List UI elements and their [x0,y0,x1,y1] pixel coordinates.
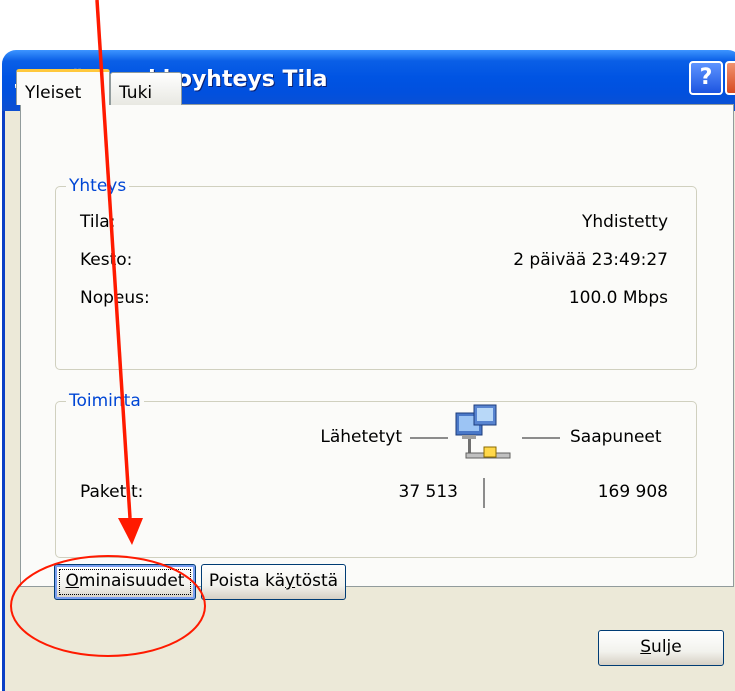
received-label: Saapuneet [570,427,662,447]
duration-label: Kesto: [80,250,133,270]
sent-packets-value: 37 513 [398,482,458,502]
tab-label: Yleiset [25,83,82,103]
help-icon: ? [699,65,713,90]
sent-label: Lähetetyt [320,427,402,447]
properties-button[interactable]: Ominaisuudet [54,564,196,600]
disable-button-label: Poista käytöstä [208,571,339,591]
duration-value: 2 päivää 23:49:27 [513,250,668,270]
received-divider [522,437,560,439]
tab-tuki[interactable]: Tuki [110,72,182,105]
help-button[interactable]: ? [689,61,723,95]
activity-group: Toiminta [55,391,697,558]
connection-legend: Yhteys [66,176,130,196]
status-label: Tila: [80,212,116,232]
tab-label: Tuki [119,83,153,103]
status-value: Yhdistetty [581,212,668,232]
network-activity-icon [455,404,511,459]
received-packets-value: 169 908 [597,482,668,502]
packets-divider [483,478,485,508]
tab-yleiset[interactable]: Yleiset [16,69,110,105]
speed-label: Nopeus: [80,288,150,308]
disable-button[interactable]: Poista käytöstä [201,564,346,600]
close-button-label: Sulje [640,637,682,657]
activity-legend: Toiminta [66,391,144,411]
close-button[interactable]: Sulje [598,630,724,666]
sent-divider [410,437,448,439]
close-window-button[interactable]: ✕ [725,61,735,95]
packets-label: Paketit: [80,482,144,502]
speed-value: 100.0 Mbps [568,288,668,308]
focus-ring [59,569,191,595]
